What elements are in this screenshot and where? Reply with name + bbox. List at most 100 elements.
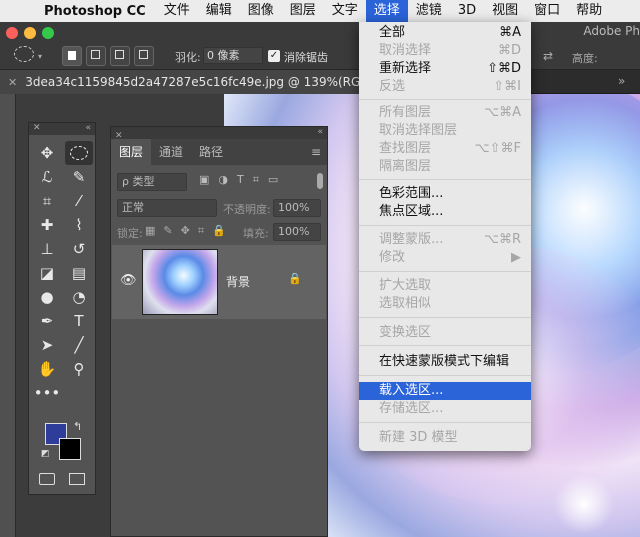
menu-item-label: 在快速蒙版模式下编辑 [379,354,510,369]
tools-panel-header[interactable]: ✕ « [29,123,95,135]
menu-item-isolate-layers[interactable]: 隔离图层 [359,158,531,176]
menu-layer[interactable]: 图层 [282,0,324,22]
menu-help[interactable]: 帮助 [568,0,610,22]
app-name[interactable]: Photoshop CC [40,4,156,19]
quick-mask-icon[interactable] [39,473,55,485]
quick-selection-tool-icon[interactable]: ✎ [65,165,93,189]
minimize-window-button[interactable] [24,27,36,39]
lock-icon: 🔒 [288,272,302,285]
menu-item-save-selection[interactable]: 存储选区... [359,400,531,418]
menu-item-label: 选取相似 [379,296,432,311]
collapse-panel-icon[interactable]: « [317,127,327,137]
default-colors-icon[interactable]: ◩ [41,449,50,459]
close-tab-icon[interactable]: ✕ [0,76,25,89]
menu-item-reselect[interactable]: 重新选择 ⇧⌘D [359,60,531,78]
tab-channels[interactable]: 通道 [151,139,191,165]
menu-item-transform-selection[interactable]: 变换选区 [359,324,531,342]
dodge-tool-icon[interactable]: ◔ [65,285,93,309]
opacity-input[interactable]: 100% [273,199,321,217]
menu-item-grow[interactable]: 扩大选取 [359,277,531,295]
brush-tool-icon[interactable]: ⌇ [65,213,93,237]
path-selection-tool-icon[interactable]: ➤ [33,333,61,357]
menu-item-shortcut: ⌘A [499,25,521,40]
menu-item-label: 重新选择 [379,61,432,76]
menu-view[interactable]: 视图 [484,0,526,22]
menu-item-label: 载入选区... [379,383,444,398]
panel-menu-icon[interactable]: ≡ [311,139,327,165]
menu-window[interactable]: 窗口 [526,0,568,22]
menu-item-quick-mask[interactable]: 在快速蒙版模式下编辑 [359,353,531,371]
layer-row[interactable]: 👁 背景 🔒 [112,245,326,319]
chevron-down-icon[interactable]: ▾ [38,52,42,61]
fill-input[interactable]: 100% [273,223,321,241]
menu-item-all-layers[interactable]: 所有图层 ⌥⌘A [359,104,531,122]
menu-filter[interactable]: 滤镜 [408,0,450,22]
eraser-tool-icon[interactable]: ◪ [33,261,61,285]
empty-slot [65,381,93,405]
new-selection-button[interactable] [62,46,82,66]
menu-image[interactable]: 图像 [240,0,282,22]
lock-option-icons[interactable]: ▦✎✥⌗🔒 [145,224,234,238]
pen-tool-icon[interactable]: ✒ [33,309,61,333]
menu-item-label: 变换选区 [379,325,432,340]
add-to-selection-button[interactable] [86,46,106,66]
blur-tool-icon[interactable]: ● [33,285,61,309]
elliptical-marquee-preset-icon[interactable] [14,46,34,62]
zoom-tool-icon[interactable]: ⚲ [65,357,93,381]
more-tools-icon[interactable]: ••• [33,381,61,405]
history-brush-tool-icon[interactable]: ↺ [65,237,93,261]
antialias-checkbox[interactable]: ✓ [268,50,280,62]
menu-3d[interactable]: 3D [450,0,484,22]
menu-item-refine-mask[interactable]: 调整蒙版... ⌥⌘R [359,231,531,249]
menu-item-similar[interactable]: 选取相似 [359,295,531,313]
menu-item-modify[interactable]: 修改 ▶ [359,249,531,267]
menu-file[interactable]: 文件 [156,0,198,22]
intersect-selection-button[interactable] [134,46,154,66]
zoom-window-button[interactable] [42,27,54,39]
collapse-panel-icon[interactable]: « [85,123,95,133]
crop-tool-icon[interactable]: ⌗ [33,189,61,213]
menu-item-load-selection[interactable]: 载入选区... [359,382,531,400]
layers-panel-header[interactable]: ✕ « [111,127,327,141]
document-tab[interactable]: ✕ 3dea34c1159845d2a47287e5c16fc49e.jpg @… [0,70,360,94]
type-tool-icon[interactable]: T [65,309,93,333]
tab-paths[interactable]: 路径 [191,139,231,165]
menu-item-focus-area[interactable]: 焦点区域... [359,203,531,221]
menu-select[interactable]: 选择 [365,0,408,22]
menu-item-new-3d-model[interactable]: 新建 3D 模型 [359,429,531,447]
close-window-button[interactable] [6,27,18,39]
feather-input[interactable]: 0 像素 [203,47,263,64]
background-color-swatch[interactable] [59,438,81,460]
move-tool-icon[interactable]: ✥ [33,141,61,165]
tools-panel: ✕ « ✥ ℒ ✎ ⌗ ⁄ ✚ ⌇ ⊥ ↺ ◪ ▤ ● ◔ ✒ T ➤ ╱ ✋ ⚲… [28,122,96,495]
menu-edit[interactable]: 编辑 [198,0,240,22]
layer-name[interactable]: 背景 [226,273,250,290]
swap-dimensions-icon[interactable]: ⇄ [543,49,553,63]
menu-type[interactable]: 文字 [324,0,366,22]
filter-toggle-icon[interactable] [317,173,323,189]
healing-brush-tool-icon[interactable]: ✚ [33,213,61,237]
layer-filter-icons[interactable]: ▣◑T⌗▭ [199,173,287,187]
tab-overflow-icon[interactable]: » [618,74,625,88]
menu-item-inverse[interactable]: 反选 ⇧⌘I [359,78,531,96]
menu-item-color-range[interactable]: 色彩范围... [359,185,531,203]
lasso-tool-icon[interactable]: ℒ [33,165,61,189]
menu-item-all[interactable]: 全部 ⌘A [359,24,531,42]
blend-mode-select[interactable]: 正常 [117,199,217,217]
swap-colors-icon[interactable]: ↰ [73,420,82,433]
eyedropper-tool-icon[interactable]: ⁄ [65,189,93,213]
gradient-tool-icon[interactable]: ▤ [65,261,93,285]
tab-layers[interactable]: 图层 [111,139,152,165]
menu-item-deselect[interactable]: 取消选择 ⌘D [359,42,531,60]
eye-icon[interactable]: 👁 [120,273,137,288]
elliptical-marquee-tool-icon[interactable] [65,141,93,165]
layer-filter-select[interactable]: ρ 类型 [117,173,187,191]
subtract-from-selection-button[interactable] [110,46,130,66]
screen-mode-icon[interactable] [69,473,85,485]
close-panel-icon[interactable]: ✕ [29,123,41,133]
line-tool-icon[interactable]: ╱ [65,333,93,357]
clone-stamp-tool-icon[interactable]: ⊥ [33,237,61,261]
hand-tool-icon[interactable]: ✋ [33,357,61,381]
menu-item-deselect-layers[interactable]: 取消选择图层 [359,122,531,140]
menu-item-find-layers[interactable]: 查找图层 ⌥⇧⌘F [359,140,531,158]
